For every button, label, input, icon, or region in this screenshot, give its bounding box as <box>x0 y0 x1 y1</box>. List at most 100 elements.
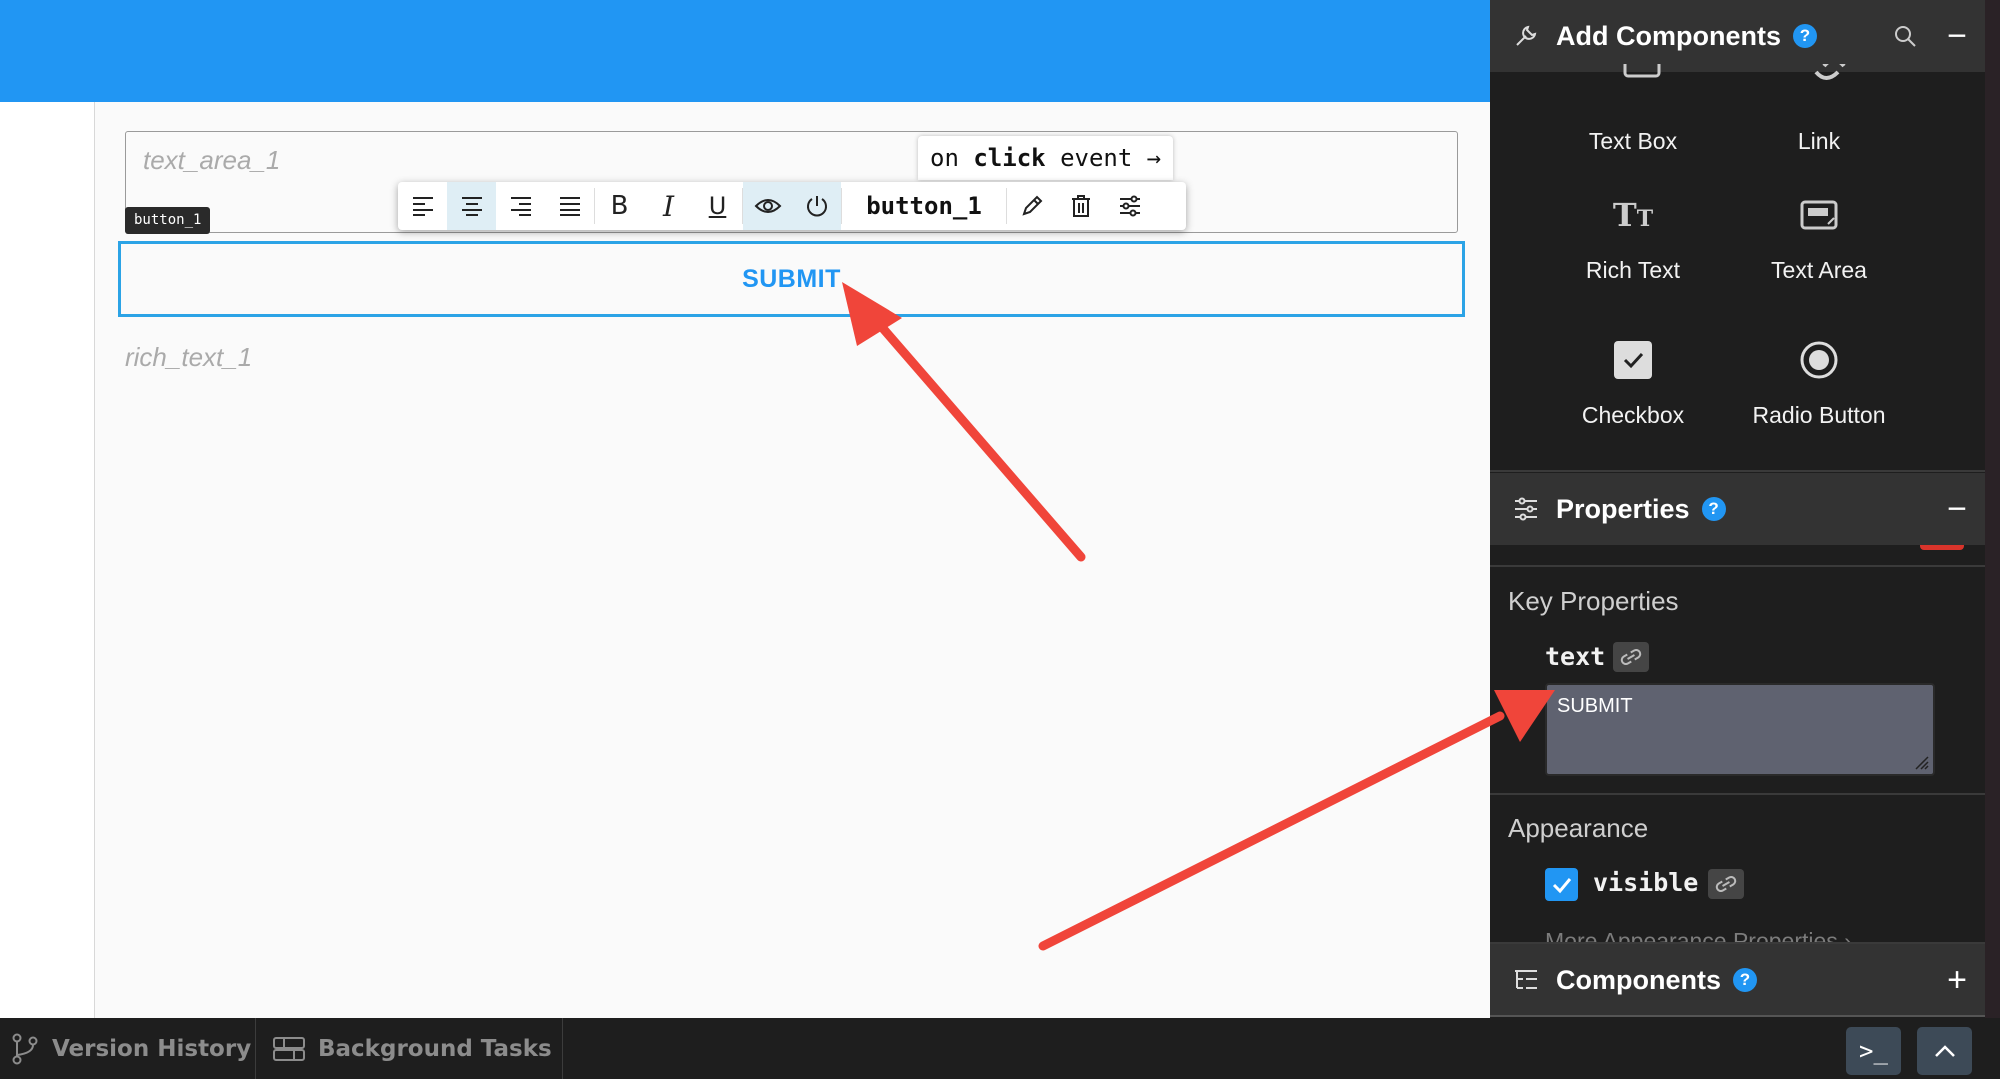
enabled-toggle-button[interactable] <box>792 182 841 230</box>
data-binding-button[interactable] <box>1613 642 1649 672</box>
text-property-value: SUBMIT <box>1557 695 1633 717</box>
power-icon <box>806 196 827 217</box>
underline-icon: U <box>708 192 727 220</box>
component-checkbox[interactable]: Checkbox <box>1540 330 1726 429</box>
eye-icon <box>754 199 781 213</box>
git-branch-icon <box>10 1033 40 1065</box>
link-icon <box>1715 876 1737 892</box>
text-property-label: text <box>1545 642 1606 671</box>
component-text-area[interactable]: Text Area <box>1726 185 1912 284</box>
selected-component-tag: button_1 <box>125 207 211 234</box>
settings-button[interactable] <box>1105 182 1154 230</box>
wrench-icon <box>1508 23 1544 49</box>
more-appearance-link[interactable]: More Appearance Properties › <box>1545 928 1852 942</box>
section-divider <box>1490 793 1985 795</box>
edit-button[interactable] <box>1007 182 1056 230</box>
submit-button-label: SUBMIT <box>742 264 841 293</box>
link-label: Link <box>1797 128 1841 154</box>
checkbox-icon <box>1614 341 1652 379</box>
tree-icon <box>1508 968 1544 992</box>
sliders-icon <box>1508 497 1544 521</box>
visible-checkbox[interactable] <box>1545 868 1578 901</box>
bold-icon: B <box>610 191 629 221</box>
collapse-properties-icon[interactable]: − <box>1947 490 1967 529</box>
align-center-button[interactable] <box>447 182 496 230</box>
partial-component-icon <box>1623 64 1661 88</box>
align-left-button[interactable] <box>398 182 447 230</box>
background-tasks-label: Background Tasks <box>318 1035 552 1062</box>
data-binding-button[interactable] <box>1708 869 1744 899</box>
italic-button[interactable]: I <box>644 182 693 230</box>
components-title: Components <box>1556 964 1721 995</box>
help-icon[interactable]: ? <box>1792 24 1817 48</box>
component-radio-button[interactable]: Radio Button <box>1726 330 1912 429</box>
align-right-button[interactable] <box>496 182 545 230</box>
checkmark-icon <box>1552 877 1571 893</box>
help-icon[interactable]: ? <box>1701 497 1726 521</box>
component-name-label[interactable]: button_1 <box>842 182 1006 230</box>
align-right-icon <box>510 197 531 216</box>
appearance-title: Appearance <box>1508 813 1649 843</box>
italic-icon: I <box>662 189 675 223</box>
component-text-box[interactable]: Text Box <box>1540 128 1726 155</box>
text-property-input[interactable]: SUBMIT <box>1545 683 1935 776</box>
key-properties-title: Key Properties <box>1508 586 1679 616</box>
section-divider <box>1490 470 1985 472</box>
bold-button[interactable]: B <box>595 182 644 230</box>
radio-button-label: Radio Button <box>1752 402 1886 428</box>
checkbox-label: Checkbox <box>1581 402 1685 428</box>
section-divider <box>1490 565 1985 567</box>
chevron-up-icon <box>1934 1045 1955 1057</box>
text-box-label: Text Box <box>1588 128 1678 154</box>
text-area-placeholder: text_area_1 <box>143 145 281 175</box>
design-canvas[interactable] <box>96 102 1490 1018</box>
link-icon <box>1620 649 1642 665</box>
component-rich-text[interactable]: TT Rich Text <box>1540 185 1726 284</box>
version-history-label: Version History <box>52 1035 252 1062</box>
component-toolbar: B I U button_1 <box>398 182 1186 230</box>
click-event-link[interactable]: on click event → <box>918 136 1174 180</box>
arrow-right-icon: → <box>1146 144 1162 172</box>
properties-header[interactable]: Properties ? − <box>1490 473 1985 545</box>
section-divider <box>1490 1015 1985 1017</box>
text-area-label: Text Area <box>1771 257 1867 283</box>
terminal-button[interactable]: >_ <box>1846 1027 1901 1075</box>
expand-panel-button[interactable] <box>1917 1027 1972 1075</box>
trash-icon <box>1071 195 1090 217</box>
help-icon[interactable]: ? <box>1733 968 1757 992</box>
left-gutter <box>0 102 95 1018</box>
partial-component-icon <box>1810 64 1850 88</box>
app-header-bar <box>0 0 1490 102</box>
right-sidebar: Add Components ? − Text Box Link TT Rich… <box>1490 0 1985 1018</box>
add-components-header[interactable]: Add Components ? − <box>1490 0 1985 72</box>
align-center-icon <box>461 197 482 216</box>
add-component-icon[interactable]: + <box>1947 961 1967 1000</box>
delete-button[interactable] <box>1056 182 1105 230</box>
rich-text-label: Rich Text <box>1585 257 1681 283</box>
submit-button-component[interactable]: SUBMIT <box>118 241 1465 317</box>
rich-text-icon: TT <box>1612 196 1654 234</box>
underline-button[interactable]: U <box>693 182 742 230</box>
align-left-icon <box>412 197 433 216</box>
background-tasks-tab[interactable]: Background Tasks <box>256 1018 563 1079</box>
window-edge <box>1985 0 2000 1018</box>
visible-property-label: visible <box>1593 868 1699 897</box>
component-link[interactable]: Link <box>1726 128 1912 155</box>
properties-title: Properties <box>1556 493 1690 524</box>
visibility-toggle-button[interactable] <box>743 182 792 230</box>
tasks-icon <box>272 1036 306 1062</box>
align-justify-icon <box>559 197 580 216</box>
add-components-title: Add Components <box>1556 20 1781 51</box>
terminal-icon: >_ <box>1859 1037 1888 1065</box>
align-justify-button[interactable] <box>545 182 594 230</box>
event-suffix: event <box>1060 144 1133 172</box>
components-header[interactable]: Components ? + <box>1490 944 1985 1016</box>
version-history-tab[interactable]: Version History <box>0 1018 256 1079</box>
sliders-icon <box>1119 195 1140 217</box>
event-prefix: on <box>930 144 959 172</box>
search-icon[interactable] <box>1893 24 1917 48</box>
resize-grip-icon[interactable] <box>1912 753 1930 771</box>
rich-text-placeholder[interactable]: rich_text_1 <box>125 342 252 373</box>
text-area-icon <box>1800 200 1838 230</box>
collapse-add-components-icon[interactable]: − <box>1947 17 1967 56</box>
